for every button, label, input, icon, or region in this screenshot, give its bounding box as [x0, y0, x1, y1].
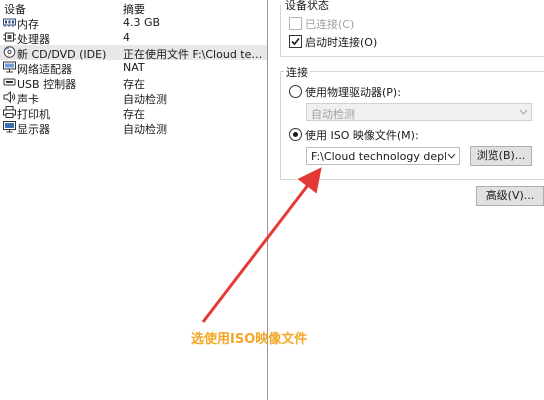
annotation-text: 选使用ISO映像文件: [191, 332, 308, 347]
